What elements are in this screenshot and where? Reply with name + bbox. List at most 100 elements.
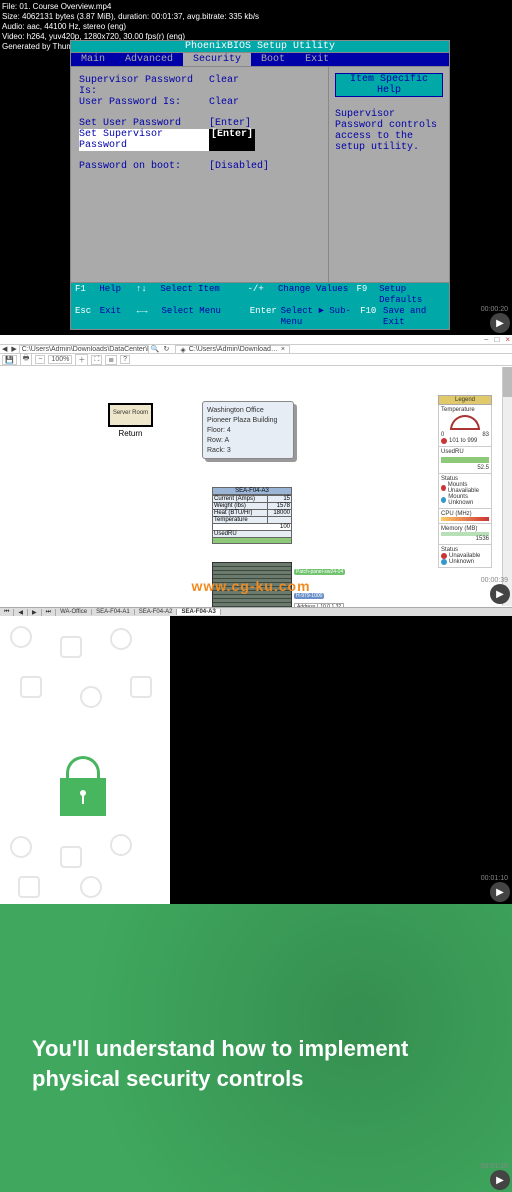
tab-label: C:\Users\Admin\Download… xyxy=(189,346,278,353)
bios-help-body: Supervisor Password controls access to t… xyxy=(335,109,443,153)
timestamp-4: 00:01:10 xyxy=(481,1163,508,1170)
status-blue-icon xyxy=(441,497,446,503)
deco-icon xyxy=(10,626,32,648)
lock-slide-left xyxy=(0,616,170,904)
rack-info[interactable]: SEA-F04-A3 Current (Amps)15 Weight (lbs)… xyxy=(212,487,292,544)
bios-menu-advanced[interactable]: Advanced xyxy=(115,53,183,66)
play-icon-4[interactable]: ▶ xyxy=(490,1170,510,1190)
supervisor-pw-value: Clear xyxy=(209,75,239,97)
deco-icon xyxy=(20,676,42,698)
close-icon[interactable]: × xyxy=(505,335,510,344)
print-icon[interactable]: 🖶 xyxy=(20,353,33,366)
minimize-icon[interactable]: − xyxy=(484,335,489,344)
tab-nav-prev[interactable]: ◀ xyxy=(14,609,28,616)
set-user-pw-action[interactable]: [Enter] xyxy=(209,118,251,129)
tab-nav-last[interactable]: ⏭ xyxy=(42,609,56,616)
refresh-icon[interactable]: ↻ xyxy=(162,345,172,353)
rack-k1: Weight (lbs) xyxy=(213,503,268,510)
watermark: www.cg-ku.com xyxy=(0,578,502,594)
rack-k2: Heat (BTU/Hr) xyxy=(213,510,268,517)
deco-icon xyxy=(130,676,152,698)
bios-help-title: Item Specific Help xyxy=(335,73,443,97)
bios-window: PhoenixBIOS Setup Utility Main Advanced … xyxy=(70,40,450,330)
legend-usedru: UsedRU xyxy=(441,449,489,455)
maximize-icon[interactable]: □ xyxy=(494,335,499,344)
server-room-shape[interactable]: Server Room xyxy=(108,403,153,427)
play-icon[interactable]: ▶ xyxy=(490,313,510,333)
meta-file: File: 01. Course Overview.mp4 xyxy=(2,2,510,12)
deco-icon xyxy=(80,876,102,898)
bios-title: PhoenixBIOS Setup Utility xyxy=(70,40,450,52)
zoom-field[interactable]: 100% xyxy=(48,355,72,364)
sheet-tab-3[interactable]: SEA-F04-A3 xyxy=(177,609,220,615)
act-selectitem: Select Item xyxy=(160,284,247,306)
rack-k5: UsedRU xyxy=(213,531,292,538)
pw-on-boot-label[interactable]: Password on boot: xyxy=(79,161,209,172)
bios-menubar: Main Advanced Security Boot Exit xyxy=(70,52,450,67)
rack-v0: 15 xyxy=(267,496,291,503)
set-supervisor-pw[interactable]: Set Supervisor Password xyxy=(79,129,209,151)
search-icon[interactable]: 🔍 xyxy=(149,345,162,353)
key-f10: F10 xyxy=(360,306,383,328)
back-icon[interactable]: ◀ xyxy=(0,345,9,353)
meta-audio: Audio: aac, 44100 Hz, stereo (eng) xyxy=(2,22,510,32)
set-supervisor-pw-action[interactable]: [Enter] xyxy=(209,129,255,151)
play-icon-2[interactable]: ▶ xyxy=(490,584,510,604)
bios-menu-exit[interactable]: Exit xyxy=(295,53,339,66)
patch-panel-label[interactable]: Patch-panel-sw24-04 xyxy=(294,569,345,575)
bios-menu-main[interactable]: Main xyxy=(71,53,115,66)
rack-k3: Temperature xyxy=(213,517,268,524)
key-plusminus: -/+ xyxy=(248,284,279,306)
server-room-link[interactable]: Return xyxy=(108,429,153,438)
act-exit: Exit xyxy=(100,306,137,328)
bios-help-pane: Item Specific Help Supervisor Password c… xyxy=(329,67,449,282)
sheet-tab-1[interactable]: SEA-F04-A1 xyxy=(92,609,135,615)
pw-on-boot-value[interactable]: [Disabled] xyxy=(209,161,269,172)
office-line-3: Floor: 4 xyxy=(207,426,289,436)
act-changeval: Change Values xyxy=(278,284,356,306)
set-user-pw[interactable]: Set User Password xyxy=(79,118,209,129)
bios-menu-security[interactable]: Security xyxy=(183,53,251,66)
tab-close-icon[interactable]: × xyxy=(281,346,285,353)
office-callout[interactable]: Washington Office Pioneer Plaza Building… xyxy=(202,401,294,459)
sheet-tabs: ⏮ ◀ ▶ ⏭ WA-Office SEA-F04-A1 SEA-F04-A2 … xyxy=(0,607,512,616)
red-dot-icon xyxy=(441,438,447,444)
status-red-icon xyxy=(441,485,446,491)
user-pw-label: User Password Is: xyxy=(79,97,209,108)
legend-temp-label: Temperature xyxy=(441,407,489,413)
play-icon-3[interactable]: ▶ xyxy=(490,882,510,902)
tab-nav-first[interactable]: ⏮ xyxy=(0,609,14,616)
bios-menu-boot[interactable]: Boot xyxy=(251,53,295,66)
act-defaults: Setup Defaults xyxy=(379,284,445,306)
act-submenu: Select ► Sub-Menu xyxy=(281,306,360,328)
drawing-canvas[interactable]: Server Room Return Washington Office Pio… xyxy=(0,367,502,606)
key-f9: F9 xyxy=(356,284,379,306)
key-esc: Esc xyxy=(75,306,100,328)
browser-tab[interactable]: ◈ C:\Users\Admin\Download… × xyxy=(175,345,290,354)
panel-visio: − □ × ◀ ▶ C:\Users\Admin\Downloads\DataC… xyxy=(0,335,512,616)
office-line-2: Pioneer Plaza Building xyxy=(207,416,289,426)
sheet-tab-0[interactable]: WA-Office xyxy=(56,609,92,615)
mem-value: 1536 xyxy=(441,536,489,542)
status2-unknown: Unknown xyxy=(449,559,474,565)
path-field[interactable]: C:\Users\Admin\Downloads\DataCenter\Data… xyxy=(19,345,149,354)
save-icon[interactable]: 💾 xyxy=(2,355,17,365)
sheet-tab-2[interactable]: SEA-F04-A2 xyxy=(135,609,178,615)
layers-icon[interactable]: ≣ xyxy=(105,355,117,365)
fit-icon[interactable]: ⛶ xyxy=(91,355,102,365)
tab-nav-next[interactable]: ▶ xyxy=(28,609,42,616)
timestamp-1: 00:00:20 xyxy=(481,306,508,313)
forward-icon[interactable]: ▶ xyxy=(9,345,18,353)
window-titlebar: − □ × xyxy=(0,335,512,344)
help-icon[interactable]: ? xyxy=(120,355,130,364)
scrollbar-thumb[interactable] xyxy=(503,367,512,397)
legend-title: Legend xyxy=(438,395,492,405)
deco-icon xyxy=(10,836,32,858)
zoomout-icon[interactable]: − xyxy=(35,355,45,364)
meta-size: Size: 4062131 bytes (3.87 MiB), duration… xyxy=(2,12,510,22)
deco-icon xyxy=(80,686,102,708)
gauge-icon xyxy=(450,415,480,430)
zoomin-icon[interactable]: ＋ xyxy=(75,354,88,366)
vertical-scrollbar[interactable] xyxy=(502,367,512,606)
slide-headline: You'll understand how to implement physi… xyxy=(32,1034,480,1094)
